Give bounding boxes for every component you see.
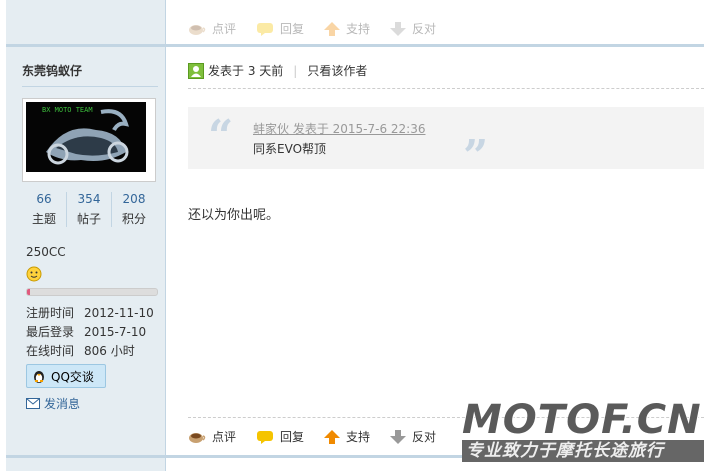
oppose-button[interactable]: 反对 <box>390 20 436 37</box>
watermark-logo: MOTOF.CN <box>462 397 702 443</box>
arrow-down-icon <box>390 21 407 36</box>
user-group: 250CC <box>26 245 66 259</box>
meta-separator: | <box>293 63 298 78</box>
support-label: 支持 <box>346 22 371 36</box>
quote-open-icon: “ <box>208 111 234 162</box>
arrow-up-icon <box>324 429 341 444</box>
info-value: 2012-11-10 <box>84 306 154 320</box>
oppose-label: 反对 <box>412 430 437 444</box>
info-value: 2015-7-10 <box>84 325 147 339</box>
send-message-link[interactable]: 发消息 <box>26 395 80 412</box>
support-label: 支持 <box>346 430 371 444</box>
rate-label: 点评 <box>212 22 237 36</box>
stat-label: 帖子 <box>76 212 101 226</box>
info-last-login: 最后登录 2015-7-10 <box>26 323 146 340</box>
reply-button[interactable]: 回复 <box>256 428 304 445</box>
arrow-up-icon <box>324 21 341 36</box>
bottom-action-bar: 点评 回复 支持 反对 <box>188 428 456 445</box>
penguin-icon <box>34 371 44 383</box>
envelope-icon <box>26 398 40 409</box>
quote-block: “ 蚌家伙 发表于 2015-7-6 22:36 同系EVO帮顶 ” <box>188 107 704 182</box>
post-time: 发表于 3 天前 <box>208 64 284 78</box>
avatar-text: BX MOTO TEAM <box>42 106 93 114</box>
avatar-image: BX MOTO TEAM <box>26 102 146 172</box>
user-stats: 66 主题 354 帖子 208 积分 <box>22 192 156 227</box>
stat-credits[interactable]: 208 积分 <box>111 192 156 227</box>
rate-label: 点评 <box>212 430 237 444</box>
coffee-cup-icon <box>189 24 206 35</box>
reply-button[interactable]: 回复 <box>256 20 304 37</box>
avatar[interactable]: BX MOTO TEAM <box>22 98 156 182</box>
stat-value: 208 <box>122 192 146 206</box>
reply-label: 回复 <box>280 430 305 444</box>
rate-button[interactable]: 点评 <box>188 428 236 445</box>
info-key: 注册时间 <box>26 306 75 320</box>
post-separator <box>6 44 704 47</box>
smiley-icon <box>26 266 42 285</box>
oppose-label: 反对 <box>412 22 437 36</box>
site-watermark: MOTOF.CN 专业致力于摩托长途旅行 <box>462 400 704 462</box>
info-value: 806 小时 <box>84 344 135 358</box>
info-online-time: 在线时间 806 小时 <box>26 342 135 359</box>
stat-label: 积分 <box>121 212 146 226</box>
username[interactable]: 东莞钨蚁仔 <box>22 62 82 79</box>
support-button[interactable]: 支持 <box>324 20 370 37</box>
stat-value: 66 <box>36 192 52 206</box>
oppose-button[interactable]: 反对 <box>390 428 436 445</box>
post-body: 还以为你出呢。 <box>188 208 280 223</box>
divider <box>22 86 158 87</box>
arrow-down-icon <box>390 429 407 444</box>
info-key: 在线时间 <box>26 344 75 358</box>
stat-posts[interactable]: 354 帖子 <box>66 192 111 227</box>
quote-text: 同系EVO帮顶 <box>253 142 327 156</box>
support-button[interactable]: 支持 <box>324 428 370 445</box>
author-only-link[interactable]: 只看该作者 <box>307 62 367 79</box>
stat-value: 354 <box>77 192 101 206</box>
info-key: 最后登录 <box>26 325 75 339</box>
quote-author-link[interactable]: 蚌家伙 发表于 2015-7-6 22:36 <box>253 120 426 137</box>
progress-fill <box>27 289 30 295</box>
qq-label: QQ交谈 <box>51 369 94 384</box>
quote-close-icon: ” <box>463 131 489 182</box>
top-action-bar: 点评 回复 支持 反对 <box>188 20 456 37</box>
level-progress-bar <box>26 288 158 296</box>
coffee-cup-icon <box>189 432 206 443</box>
speech-bubble-icon <box>257 22 274 36</box>
header-divider <box>188 88 704 89</box>
rate-button[interactable]: 点评 <box>188 20 236 37</box>
post-meta: 发表于 3 天前 | 只看该作者 <box>188 62 367 79</box>
reply-label: 回复 <box>280 22 305 36</box>
stat-label: 主题 <box>31 212 56 226</box>
stat-threads[interactable]: 66 主题 <box>22 192 66 227</box>
online-user-icon <box>188 62 204 79</box>
info-register: 注册时间 2012-11-10 <box>26 304 154 321</box>
watermark-slogan: 专业致力于摩托长途旅行 <box>462 440 704 462</box>
send-message-label: 发消息 <box>44 397 81 411</box>
speech-bubble-icon <box>257 430 274 444</box>
qq-chat-button[interactable]: QQ交谈 <box>26 364 106 388</box>
